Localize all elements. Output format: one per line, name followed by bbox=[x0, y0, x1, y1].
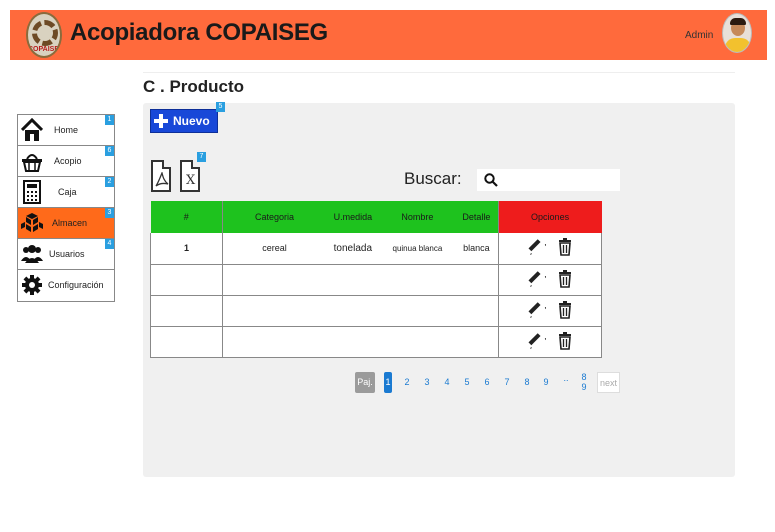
sidebar-item-label: Configuración bbox=[48, 280, 104, 290]
page-last[interactable]: 9 bbox=[580, 382, 588, 403]
new-button-label: Nuevo bbox=[173, 114, 210, 128]
users-icon bbox=[21, 242, 43, 266]
sidebar-item-label: Caja bbox=[58, 187, 77, 197]
cell-empty bbox=[222, 295, 499, 327]
product-table: # Categoria U.medida Nombre Detalle Opci… bbox=[149, 201, 603, 358]
app-title: Acopiadora COPAISEG bbox=[70, 19, 328, 46]
page-ellipsis: .. bbox=[563, 373, 569, 383]
pdf-export-icon[interactable] bbox=[151, 160, 171, 192]
search-label: Buscar: bbox=[404, 169, 462, 188]
trash-icon[interactable] bbox=[558, 269, 572, 290]
cell-options bbox=[497, 264, 603, 296]
new-badge: 5 bbox=[216, 102, 225, 112]
sidebar-badge: 6 bbox=[105, 146, 114, 156]
logo-text: COPAISEG bbox=[28, 46, 62, 53]
sidebar-item-almacen[interactable]: Almacen 3 bbox=[18, 208, 114, 239]
new-button[interactable]: Nuevo bbox=[150, 109, 218, 133]
logo[interactable]: COPAISEG bbox=[26, 12, 62, 58]
page-8[interactable]: 8 bbox=[523, 372, 531, 393]
app-header: COPAISEG Acopiadora COPAISEG Admin bbox=[10, 10, 767, 60]
sidebar-item-configuracion[interactable]: Configuración bbox=[18, 270, 114, 301]
home-icon bbox=[20, 117, 44, 142]
cell-options bbox=[497, 295, 603, 327]
sidebar-item-label: Almacen bbox=[52, 218, 88, 228]
pdf-glyph-icon bbox=[155, 170, 169, 192]
sidebar: Home 1 Acopio 6 Caja 2 Almacen 3 Usuario… bbox=[17, 114, 115, 302]
sidebar-item-home[interactable]: Home 1 bbox=[18, 115, 114, 146]
basket-icon bbox=[21, 149, 43, 173]
avatar-hair bbox=[730, 18, 746, 25]
avatar[interactable] bbox=[722, 13, 752, 53]
page-title: C . Producto bbox=[143, 77, 245, 96]
trash-icon[interactable] bbox=[558, 331, 572, 352]
plus-icon bbox=[154, 113, 168, 129]
excel-export-icon[interactable]: X bbox=[180, 160, 200, 192]
sidebar-item-acopio[interactable]: Acopio 6 bbox=[18, 146, 114, 177]
col-detail[interactable]: Detalle bbox=[455, 201, 499, 233]
cell-empty bbox=[222, 326, 499, 358]
col-category[interactable]: Categoria bbox=[222, 201, 326, 233]
page-5[interactable]: 5 bbox=[463, 372, 471, 393]
table-row[interactable] bbox=[149, 264, 603, 296]
calculator-icon bbox=[21, 180, 43, 204]
boxes-icon bbox=[21, 211, 43, 235]
sidebar-item-usuarios[interactable]: Usuarios 4 bbox=[18, 239, 114, 270]
page-4[interactable]: 4 bbox=[443, 372, 451, 393]
trash-icon[interactable] bbox=[558, 238, 572, 258]
sidebar-badge: 4 bbox=[105, 239, 114, 249]
page-6[interactable]: 6 bbox=[483, 372, 491, 393]
avatar-shirt bbox=[725, 38, 751, 52]
table-row[interactable] bbox=[149, 295, 603, 327]
cell-unit: tonelada bbox=[325, 233, 380, 265]
col-name[interactable]: Nombre bbox=[379, 201, 456, 233]
page-7[interactable]: 7 bbox=[503, 372, 511, 393]
cell-detail: blanca bbox=[455, 233, 499, 265]
next-button[interactable]: next bbox=[597, 372, 620, 393]
search-icon bbox=[484, 173, 498, 187]
edit-icon[interactable] bbox=[528, 332, 550, 352]
trash-icon[interactable] bbox=[558, 300, 572, 321]
cell-number bbox=[149, 264, 224, 296]
col-number[interactable]: # bbox=[150, 201, 224, 233]
sidebar-badge: 3 bbox=[105, 208, 114, 218]
page-title-bar: C . Producto bbox=[143, 72, 735, 100]
excel-glyph: X bbox=[186, 173, 196, 188]
user-name[interactable]: Admin bbox=[685, 30, 713, 41]
cell-category: cereal bbox=[222, 233, 326, 265]
page-2[interactable]: 2 bbox=[403, 372, 411, 393]
sidebar-item-label: Home bbox=[54, 125, 79, 135]
table-row[interactable]: 1 cereal tonelada quinua blanca blanca bbox=[149, 233, 603, 265]
cell-number: 1 bbox=[149, 233, 224, 265]
table-row[interactable] bbox=[149, 326, 603, 358]
sidebar-item-caja[interactable]: Caja 2 bbox=[18, 177, 114, 208]
table-header-row: # Categoria U.medida Nombre Detalle Opci… bbox=[150, 201, 602, 233]
sidebar-item-label: Acopio bbox=[54, 156, 82, 166]
sidebar-badge: 2 bbox=[105, 177, 114, 187]
pagination-label: Paj. bbox=[355, 372, 375, 393]
cell-options bbox=[497, 233, 603, 265]
edit-icon[interactable] bbox=[528, 238, 550, 258]
col-options: Opciones bbox=[497, 201, 602, 233]
edit-icon[interactable] bbox=[528, 270, 550, 290]
col-unit[interactable]: U.medida bbox=[325, 201, 380, 233]
sidebar-badge: 1 bbox=[105, 115, 114, 125]
cell-name: quinua blanca bbox=[379, 233, 456, 265]
search-input[interactable] bbox=[500, 170, 618, 190]
cell-empty bbox=[222, 264, 499, 296]
cell-number bbox=[149, 295, 224, 327]
page-3[interactable]: 3 bbox=[423, 372, 431, 393]
cell-number bbox=[149, 326, 224, 358]
gear-icon bbox=[21, 273, 43, 297]
export-badge: 7 bbox=[197, 152, 206, 162]
cell-options bbox=[497, 326, 603, 358]
page-1[interactable]: 1 bbox=[384, 372, 392, 393]
logo-gear-icon bbox=[32, 20, 58, 46]
edit-icon[interactable] bbox=[528, 301, 550, 321]
sidebar-item-label: Usuarios bbox=[49, 249, 85, 259]
page-9[interactable]: 9 bbox=[542, 372, 550, 393]
